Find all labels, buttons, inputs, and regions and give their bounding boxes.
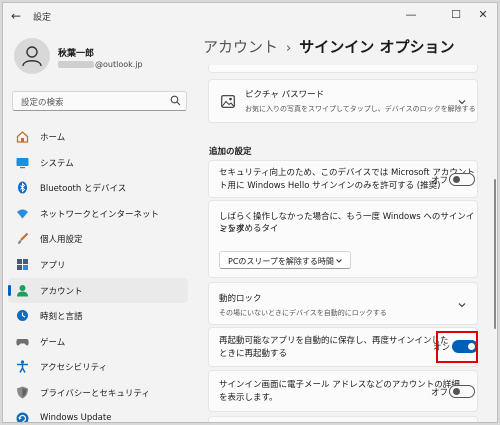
account-icon [17, 284, 28, 297]
bluetooth-icon [18, 181, 27, 194]
picture-password-icon [221, 95, 235, 108]
sidebar-item-label: システム [40, 158, 74, 169]
email-redaction [58, 61, 94, 68]
search-icon [170, 95, 181, 106]
sidebar-item-label: ホーム [40, 133, 66, 143]
main-content: アカウント › サインイン オプション ピクチャ パスワード お気に入りの写真をスワ… [193, 29, 497, 422]
hello-only-setting: セキュリティ向上のため、このデバイスでは Microsoft アカウント ト用に… [208, 160, 478, 198]
title-bar: ← 設定 — ☐ ✕ [3, 3, 497, 29]
sidebar-nav: ホーム システム Bluetooth とデバイス ネットワークとインターネット … [8, 124, 188, 423]
maximize-button[interactable]: ☐ [446, 6, 466, 24]
sidebar-item-privacy[interactable]: プライバシーとセキュリティ [8, 380, 188, 405]
user-email: @outlook.jp [58, 60, 143, 69]
sidebar-item-apps[interactable]: アプリ [8, 252, 188, 277]
sidebar-item-windows-update[interactable]: Windows Update [8, 406, 188, 423]
windows-update-icon [16, 412, 29, 422]
breadcrumb: アカウント › サインイン オプション [203, 36, 454, 57]
chevron-down-icon[interactable] [457, 300, 467, 310]
setting-text-line2: を表示します。 [219, 393, 278, 403]
sidebar-item-label: Bluetooth とデバイス [40, 184, 127, 195]
settings-window: ← 設定 — ☐ ✕ 秋葉一郎 @outlook.jp 設定の検索 ホーム シス… [2, 2, 498, 423]
away-signin-dropdown[interactable]: PCのスリープを解除する時間 [219, 251, 351, 269]
away-signin-setting: しばらく操作しなかった場合に、もう一度 Windows へのサインインを求めるタ… [208, 200, 478, 278]
sidebar-item-system[interactable]: システム [8, 150, 188, 175]
toggle-state-label: オフ [431, 388, 449, 398]
setting-text-line1: 再起動可能なアプリを自動的に保存し、再度サインインした [219, 336, 449, 346]
previous-card-edge [208, 65, 478, 73]
dropdown-selected-value: PCのスリープを解除する時間 [228, 257, 334, 266]
sidebar-item-time-language[interactable]: 時刻と言語 [8, 303, 188, 328]
sidebar-item-label: Windows Update [40, 412, 112, 423]
sidebar-item-label: ネットワークとインターネット [40, 209, 160, 220]
show-account-details-toggle[interactable] [449, 385, 475, 398]
picture-password-title: ピクチャ パスワード [245, 90, 325, 100]
avatar[interactable] [14, 38, 50, 74]
chevron-down-icon[interactable] [457, 97, 467, 107]
sidebar-item-network[interactable]: ネットワークとインターネット [8, 201, 188, 226]
setting-text-line2: ミング [219, 225, 245, 235]
apps-icon [17, 258, 28, 270]
user-email-suffix: @outlook.jp [95, 60, 143, 69]
back-arrow-icon[interactable]: ← [11, 9, 25, 23]
sidebar-item-label: 個人用設定 [40, 235, 83, 246]
sidebar: 秋葉一郎 @outlook.jp 設定の検索 ホーム システム Bluetoot… [3, 29, 193, 423]
hello-only-toggle[interactable] [449, 173, 475, 186]
sidebar-item-gaming[interactable]: ゲーム [8, 329, 188, 354]
sidebar-item-accounts[interactable]: アカウント [8, 277, 188, 303]
chevron-down-icon [336, 259, 342, 263]
sidebar-item-accessibility[interactable]: アクセシビリティ [8, 354, 188, 379]
shield-icon [17, 386, 28, 399]
setting-text-line1: しばらく操作しなかった場合に、もう一度 Windows へのサインインを求めるタ… [219, 212, 475, 234]
dynamic-lock-title: 動的ロック [219, 294, 262, 304]
window-title: 設定 [33, 13, 52, 23]
sidebar-item-label: アカウント [40, 286, 83, 297]
sidebar-item-label: ゲーム [40, 337, 66, 348]
sidebar-item-bluetooth[interactable]: Bluetooth とデバイス [8, 175, 188, 200]
breadcrumb-parent[interactable]: アカウント [203, 38, 278, 56]
sidebar-item-personalization[interactable]: 個人用設定 [8, 226, 188, 251]
page-title: サインイン オプション [299, 38, 455, 56]
time-language-icon [17, 310, 28, 322]
toggle-knob [453, 176, 460, 183]
section-header: 追加の設定 [209, 147, 252, 157]
sidebar-item-label: アプリ [40, 260, 66, 271]
sidebar-item-label: 時刻と言語 [40, 312, 83, 323]
home-icon [16, 131, 29, 143]
accessibility-icon [17, 360, 28, 374]
setting-text-line1: サインイン画面に電子メール アドレスなどのアカウントの詳細 [219, 380, 460, 390]
sidebar-item-label: プライバシーとセキュリティ [40, 388, 150, 399]
sidebar-item-label: アクセシビリティ [40, 363, 108, 374]
breadcrumb-separator: › [286, 41, 292, 56]
search-placeholder: 設定の検索 [21, 98, 64, 108]
toggle-knob [453, 388, 460, 395]
dynamic-lock-desc: その場にいないときにデバイスを自動的にロックする [219, 309, 387, 317]
scrollbar[interactable] [494, 179, 496, 329]
picture-password-card[interactable]: ピクチャ パスワード お気に入りの写真をスワイプしてタップし、デバイスのロックを… [208, 79, 478, 123]
next-card-edge [208, 416, 478, 422]
user-name: 秋葉一郎 [58, 49, 95, 59]
setting-text-line2: ときに再起動する [219, 349, 288, 359]
sidebar-item-home[interactable]: ホーム [8, 124, 188, 149]
picture-password-desc: お気に入りの写真をスワイプしてタップし、デバイスのロックを解除する [245, 105, 476, 113]
close-button[interactable]: ✕ [473, 6, 493, 24]
search-input[interactable]: 設定の検索 [12, 91, 187, 111]
toggle-state-label: オフ [431, 176, 449, 186]
network-icon [17, 209, 28, 219]
gaming-icon [16, 338, 29, 346]
brush-icon [18, 233, 29, 245]
highlight-box [436, 331, 478, 363]
user-icon [22, 46, 42, 67]
setting-text-line2: ト用に Windows Hello サインインのみを許可する (推奨) [219, 181, 441, 191]
minimize-button[interactable]: — [401, 6, 421, 24]
show-account-details-setting: サインイン画面に電子メール アドレスなどのアカウントの詳細 を表示します。 オフ [208, 370, 478, 412]
system-icon [16, 157, 29, 168]
dynamic-lock-card[interactable]: 動的ロック その場にいないときにデバイスを自動的にロックする [208, 282, 478, 325]
